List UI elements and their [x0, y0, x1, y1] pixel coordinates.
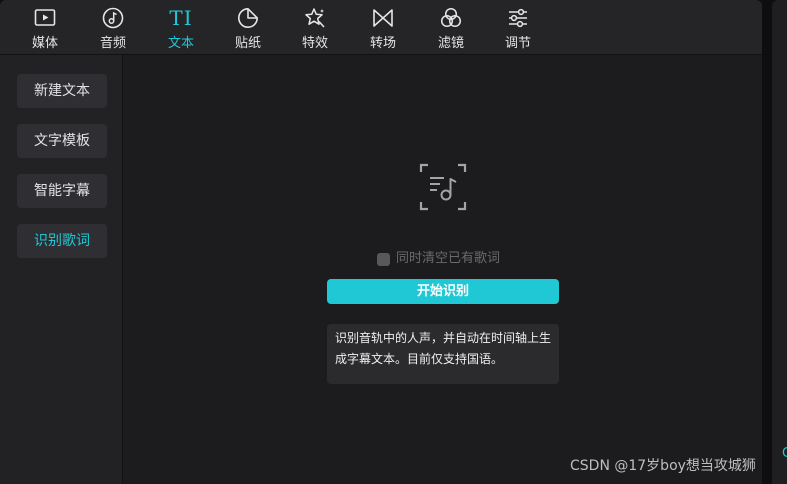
tool-sticker-label: 贴纸 — [234, 36, 261, 51]
tool-transition-label: 转场 — [369, 36, 396, 51]
transition-icon — [371, 6, 395, 30]
adjacent-panel-text: C — [782, 446, 787, 461]
tool-filter[interactable]: 滤镜 — [421, 4, 481, 54]
tool-effects-label: 特效 — [301, 36, 328, 51]
tool-sticker[interactable]: 贴纸 — [218, 4, 278, 54]
clear-existing-lyrics-option[interactable]: 同时清空已有歌词 — [377, 250, 500, 268]
menu-item-recognize-lyrics[interactable]: 识别歌词 — [17, 224, 107, 258]
sticker-icon — [236, 6, 260, 30]
clear-lyrics-label: 同时清空已有歌词 — [396, 251, 501, 266]
lyrics-recognition-panel: 同时清空已有歌词 开始识别 识别音轨中的人声，并自动在时间轴上生成字幕文本。目前… — [123, 55, 762, 484]
tool-text[interactable]: TI 文本 — [151, 4, 211, 54]
menu-item-new-text[interactable]: 新建文本 — [17, 74, 107, 108]
tool-media-label: 媒体 — [31, 36, 58, 51]
tool-transition[interactable]: 转场 — [353, 4, 413, 54]
media-icon — [33, 6, 57, 30]
top-toolbar: 媒体 音频 TI 文本 贴纸 特效 转场 滤镜 调节 — [0, 0, 762, 55]
tool-filter-label: 滤镜 — [437, 36, 464, 51]
tool-effects[interactable]: 特效 — [285, 4, 345, 54]
adjacent-panel: C — [772, 0, 787, 484]
audio-icon — [101, 6, 125, 30]
start-recognition-button[interactable]: 开始识别 — [327, 279, 559, 304]
menu-item-smart-subtitle[interactable]: 智能字幕 — [17, 174, 107, 208]
tool-audio-label: 音频 — [99, 36, 126, 51]
clear-lyrics-checkbox[interactable] — [377, 252, 390, 266]
tool-text-label: 文本 — [167, 36, 194, 51]
left-menu: 新建文本 文字模板 智能字幕 识别歌词 — [0, 55, 123, 484]
tool-audio[interactable]: 音频 — [83, 4, 143, 54]
tool-adjust[interactable]: 调节 — [488, 4, 548, 54]
filter-icon — [439, 6, 463, 30]
watermark: CSDN @17岁boy想当攻城狮 — [570, 458, 756, 474]
menu-item-text-template[interactable]: 文字模板 — [17, 124, 107, 158]
effects-icon — [303, 6, 327, 30]
recognition-info-text: 识别音轨中的人声，并自动在时间轴上生成字幕文本。目前仅支持国语。 — [327, 324, 559, 384]
tool-adjust-label: 调节 — [504, 36, 531, 51]
adjust-icon — [506, 6, 530, 30]
tool-media[interactable]: 媒体 — [15, 4, 75, 54]
app-window: 媒体 音频 TI 文本 贴纸 特效 转场 滤镜 调节 新建文本 文字模板 智能字… — [0, 0, 762, 484]
text-icon: TI — [169, 6, 193, 30]
lyrics-recognize-icon — [419, 163, 467, 211]
